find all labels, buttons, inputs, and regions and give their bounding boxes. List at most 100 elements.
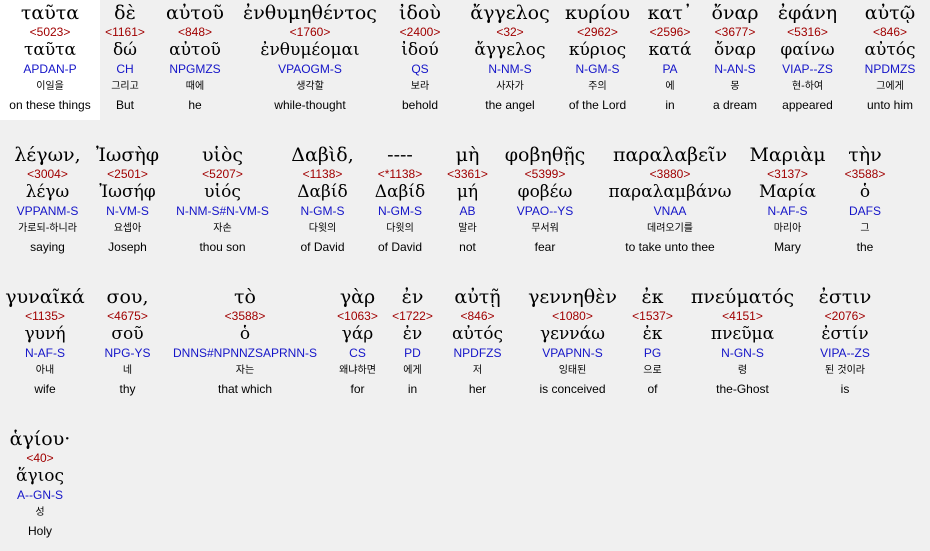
parse-code[interactable]: VPAOGM-S: [278, 60, 342, 78]
strong-number[interactable]: <4151>: [722, 308, 763, 324]
strong-number[interactable]: <1537>: [632, 308, 673, 324]
strong-number[interactable]: <*1138>: [378, 166, 423, 182]
parse-code[interactable]: VIAP--ZS: [782, 60, 833, 78]
strong-number[interactable]: <4675>: [107, 308, 148, 324]
word-cell[interactable]: λέγων, <3004> λέγω VPPANM-S 가로되-하니라 saying: [0, 142, 95, 262]
strong-number[interactable]: <1080>: [552, 308, 593, 324]
strong-number[interactable]: <3588>: [225, 308, 266, 324]
strong-number[interactable]: <1138>: [303, 166, 343, 182]
word-cell[interactable]: ἐστιν <2076> ἐστίν VIPA--ZS 된 것이라 is: [805, 284, 885, 404]
word-cell[interactable]: ἐφάνη <5316> φαίνω VIAP--ZS 현-하여 appeared: [765, 0, 850, 120]
word-cell[interactable]: φοβηθῇς <5399> φοβέω VPAO--YS 무서워 fear: [495, 142, 595, 262]
strong-number[interactable]: <1722>: [392, 308, 433, 324]
strong-number[interactable]: <846>: [873, 24, 907, 40]
parse-code[interactable]: VPAO--YS: [517, 202, 573, 220]
parse-code[interactable]: A--GN-S: [17, 486, 63, 504]
parse-code[interactable]: N-NM-S#N-VM-S: [176, 202, 269, 220]
parse-code[interactable]: NPGMZS: [169, 60, 220, 78]
strong-number[interactable]: <848>: [178, 24, 212, 40]
strong-number[interactable]: <3677>: [715, 24, 756, 40]
word-cell[interactable]: ἰδοὺ <2400> ἰδού QS 보라 behold: [380, 0, 460, 120]
strong-number[interactable]: <5207>: [202, 166, 243, 182]
strong-number[interactable]: <5399>: [525, 166, 566, 182]
word-cell[interactable]: αὐτοῦ <848> αὐτοῦ NPGMZS 때에 he: [150, 0, 240, 120]
parse-code[interactable]: N-AF-S: [768, 202, 808, 220]
strong-number[interactable]: <2596>: [650, 24, 691, 40]
parse-code[interactable]: NPG-YS: [104, 344, 150, 362]
parse-code[interactable]: N-AN-S: [714, 60, 755, 78]
strong-number[interactable]: <1760>: [290, 24, 331, 40]
word-cell[interactable]: τὸ <3588> ὁ DNNS#NPNNZSAPRNN-S 자는 that which: [165, 284, 325, 404]
strong-number[interactable]: <5023>: [30, 24, 71, 40]
strong-number[interactable]: <3880>: [650, 166, 691, 182]
parse-code[interactable]: PA: [662, 60, 677, 78]
parse-code[interactable]: NPDMZS: [865, 60, 916, 78]
strong-number[interactable]: <5316>: [787, 24, 828, 40]
word-cell[interactable]: ἁγίου· <40> ἅγιος A--GN-S 성 Holy: [0, 426, 80, 546]
parse-code[interactable]: N-NM-S: [488, 60, 531, 78]
word-cell[interactable]: ταῦτα <5023> ταῦτα APDAN-P 이일을 on these thing…: [0, 0, 100, 120]
strong-number[interactable]: <1161>: [105, 24, 145, 40]
word-cell[interactable]: κατ᾽ <2596> κατά PA 에 in: [635, 0, 705, 120]
word-cell[interactable]: ἐν <1722> ἐν PD 에게 in: [390, 284, 435, 404]
parse-code[interactable]: PG: [644, 344, 661, 362]
word-cell[interactable]: Δαβὶδ, <1138> Δαβίδ N-GM-S 다윗의 of David: [285, 142, 360, 262]
word-cell[interactable]: μὴ <3361> μή AB 말라 not: [440, 142, 495, 262]
strong-number[interactable]: <3588>: [845, 166, 886, 182]
word-cell[interactable]: ἐκ <1537> ἐκ PG 으로 of: [625, 284, 680, 404]
parse-code[interactable]: N-GM-S: [576, 60, 620, 78]
word-cell[interactable]: ἄγγελος <32> ἄγγελος N-NM-S 사자가 the angel: [460, 0, 560, 120]
strong-number[interactable]: <3361>: [447, 166, 488, 182]
word-cell[interactable]: πνεύματός <4151> πνεῦμα N-GN-S 령 the-Ghost: [680, 284, 805, 404]
word-cell[interactable]: δὲ <1161> δώ CH 그리고 But: [100, 0, 150, 120]
parse-code[interactable]: VIPA--ZS: [820, 344, 870, 362]
word-cell[interactable]: τὴν <3588> ὁ DAFS 그 the: [830, 142, 900, 262]
parse-code[interactable]: N-GN-S: [721, 344, 764, 362]
parse-code[interactable]: N-GM-S: [378, 202, 422, 220]
parse-code[interactable]: VPAPNN-S: [542, 344, 602, 362]
word-cell[interactable]: υἱὸς <5207> υἱός N-NM-S#N-VM-S 자손 thou son: [160, 142, 285, 262]
word-cell[interactable]: ὄναρ <3677> ὄναρ N-AN-S 몽 a dream: [705, 0, 765, 120]
greek-word: ἐστιν: [818, 286, 872, 308]
strong-number[interactable]: <2501>: [107, 166, 148, 182]
lemma-word: Δαβίδ: [297, 182, 348, 202]
parse-code[interactable]: AB: [459, 202, 475, 220]
word-cell[interactable]: Μαριὰμ <3137> Μαρία N-AF-S 마리아 Mary: [745, 142, 830, 262]
word-cell[interactable]: αὐτῷ <846> αὐτός NPDMZS 그에게 unto him: [850, 0, 930, 120]
strong-number[interactable]: <3004>: [27, 166, 68, 182]
strong-number[interactable]: <846>: [460, 308, 494, 324]
word-cell[interactable]: ἐνθυμηθέντος <1760> ἐνθυμέομαι VPAOGM-S 생각할 w…: [240, 0, 380, 120]
word-cell[interactable]: σου, <4675> σοῦ NPG-YS 네 thy: [90, 284, 165, 404]
word-cell[interactable]: παραλαβεῖν <3880> παραλαμβάνω VNAA 데려오기를 to t…: [595, 142, 745, 262]
parse-code[interactable]: N-AF-S: [25, 344, 65, 362]
strong-number[interactable]: <1135>: [25, 308, 65, 324]
word-cell[interactable]: αὐτῇ <846> αὐτός NPDFZS 저 her: [435, 284, 520, 404]
word-cell[interactable]: γυναῖκά <1135> γυνή N-AF-S 아내 wife: [0, 284, 90, 404]
strong-number[interactable]: <40>: [26, 450, 53, 466]
parse-code[interactable]: APDAN-P: [23, 60, 76, 78]
parse-code[interactable]: DNNS#NPNNZSAPRNN-S: [173, 344, 317, 362]
word-cell[interactable]: γεννηθὲν <1080> γεννάω VPAPNN-S 잉태된 is concei…: [520, 284, 625, 404]
greek-word: Μαριὰμ: [749, 144, 826, 166]
parse-code[interactable]: CH: [116, 60, 133, 78]
strong-number[interactable]: <2076>: [825, 308, 866, 324]
word-cell[interactable]: ---- <*1138> Δαβίδ N-GM-S 다윗의 of David: [360, 142, 440, 262]
parse-code[interactable]: VNAA: [654, 202, 687, 220]
strong-number[interactable]: <1063>: [337, 308, 378, 324]
parse-code[interactable]: QS: [411, 60, 428, 78]
parse-code[interactable]: VPPANM-S: [17, 202, 79, 220]
parse-code[interactable]: CS: [349, 344, 366, 362]
strong-number[interactable]: <2962>: [577, 24, 618, 40]
parse-code[interactable]: NPDFZS: [454, 344, 502, 362]
word-cell[interactable]: κυρίου <2962> κύριος N-GM-S 주의 of the Lord: [560, 0, 635, 120]
strong-number[interactable]: <32>: [496, 24, 523, 40]
parse-code[interactable]: N-GM-S: [301, 202, 345, 220]
parse-code[interactable]: PD: [404, 344, 421, 362]
parse-code[interactable]: DAFS: [849, 202, 881, 220]
parse-code[interactable]: N-VM-S: [106, 202, 149, 220]
greek-word: δὲ: [114, 2, 136, 24]
strong-number[interactable]: <3137>: [767, 166, 808, 182]
word-cell[interactable]: Ἰωσὴφ <2501> Ἰωσήφ N-VM-S 요셉아 Joseph: [95, 142, 160, 262]
word-cell[interactable]: γὰρ <1063> γάρ CS 왜냐하면 for: [325, 284, 390, 404]
strong-number[interactable]: <2400>: [400, 24, 441, 40]
